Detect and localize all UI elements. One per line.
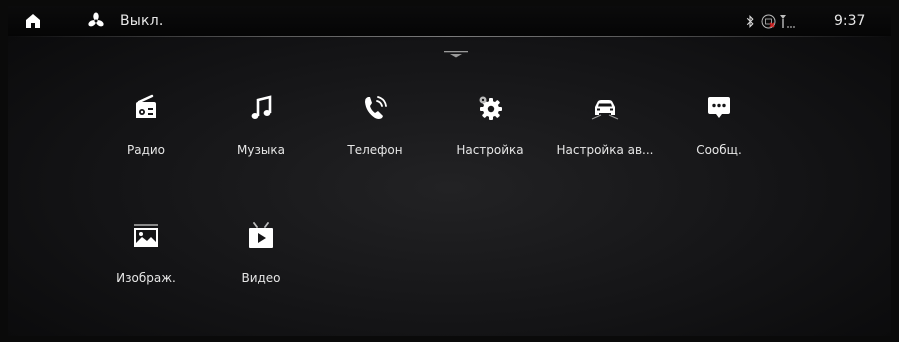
app-phone[interactable]: Телефон	[320, 92, 430, 172]
app-settings[interactable]: Настройка	[435, 92, 545, 172]
fan-status-text[interactable]: Выкл.	[120, 13, 164, 29]
app-label: Настройка	[456, 143, 524, 157]
gear-icon	[479, 96, 502, 120]
clock: 9:37	[834, 13, 866, 29]
status-divider	[8, 36, 891, 37]
status-bar: Выкл. 9:37	[8, 6, 891, 36]
app-radio[interactable]: Радио	[91, 92, 201, 172]
app-car-settings[interactable]: Настройка ав...	[550, 92, 660, 172]
app-label: Изображ.	[116, 271, 176, 285]
app-label: Телефон	[347, 143, 403, 157]
signal-icon	[780, 15, 795, 28]
bluetooth-icon	[746, 15, 754, 28]
app-music[interactable]: Музыка	[206, 92, 316, 172]
app-label: Видео	[241, 271, 281, 285]
image-icon	[134, 224, 158, 247]
app-label: Музыка	[237, 143, 285, 157]
fan-icon[interactable]	[86, 12, 106, 30]
home-icon[interactable]	[24, 12, 42, 30]
app-messages[interactable]: Сообщ.	[664, 92, 774, 172]
app-video[interactable]: Видео	[206, 220, 316, 300]
car-icon	[591, 100, 619, 120]
app-label: Настройка ав...	[556, 143, 654, 157]
phone-icon	[365, 96, 387, 119]
music-icon	[251, 95, 272, 119]
home-screen: Выкл. 9:37 Радио Музыка Телефон Настройк…	[8, 6, 891, 336]
pull-down-handle-icon[interactable]	[444, 50, 468, 58]
no-sim-icon	[761, 14, 776, 29]
radio-icon	[136, 94, 156, 118]
message-icon	[708, 97, 730, 118]
video-icon	[249, 222, 273, 248]
app-label: Радио	[126, 143, 166, 157]
app-label: Сообщ.	[696, 143, 742, 157]
app-images[interactable]: Изображ.	[91, 220, 201, 300]
